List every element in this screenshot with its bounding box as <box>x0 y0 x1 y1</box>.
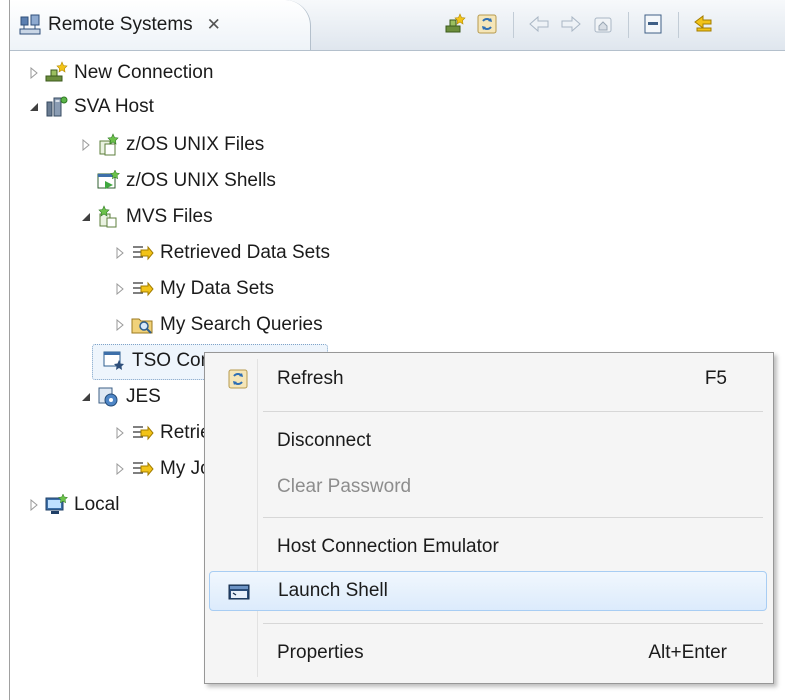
menu-item-shortcut: Alt+Enter <box>648 642 727 663</box>
menu-separator <box>263 517 763 518</box>
view-tab-bar: Remote Systems ✕ <box>10 0 785 51</box>
new-connection-icon[interactable] <box>442 11 468 37</box>
tree-item-sva-host[interactable]: SVA Host <box>24 90 154 124</box>
tree-item-label: SVA Host <box>74 96 154 117</box>
menu-item-shortcut: F5 <box>704 368 727 389</box>
tree-item-zos-unix-shells[interactable]: z/OS UNIX Shells <box>96 164 276 198</box>
tree-item-mvs-files[interactable]: MVS Files <box>76 200 213 234</box>
host-icon <box>44 95 68 119</box>
tree-item-label: MVS Files <box>126 206 213 227</box>
data-sets-icon <box>130 457 154 481</box>
menu-item-launch-shell[interactable]: Launch Shell <box>209 571 767 611</box>
unix-files-icon <box>96 133 120 157</box>
tree-item-my-search-queries[interactable]: My Search Queries <box>110 308 323 342</box>
expand-arrow-icon[interactable] <box>110 459 130 479</box>
menu-item-refresh[interactable]: Refresh F5 <box>209 359 767 399</box>
jes-icon <box>96 385 120 409</box>
data-sets-icon <box>130 421 154 445</box>
collapse-all-icon[interactable] <box>640 11 666 37</box>
toolbar-divider <box>513 12 514 38</box>
data-sets-icon <box>130 277 154 301</box>
context-menu: Refresh F5 Disconnect Clear Password Hos… <box>204 352 774 684</box>
tree-item-new-connection[interactable]: New Connection <box>24 56 213 90</box>
tree-item-retrieved-data-sets[interactable]: Retrieved Data Sets <box>110 236 330 270</box>
tab-title: Remote Systems <box>48 14 193 35</box>
tso-commands-icon <box>102 349 126 373</box>
menu-item-properties[interactable]: Properties Alt+Enter <box>209 633 767 673</box>
tree-item-label: New Connection <box>74 62 214 83</box>
mvs-files-icon <box>96 205 120 229</box>
tree-item-my-data-sets[interactable]: My Data Sets <box>110 272 274 306</box>
menu-item-label: Launch Shell <box>278 580 388 601</box>
remote-systems-view: Remote Systems ✕ New Connection SVA Host… <box>9 0 785 700</box>
tree-item-zos-unix-files[interactable]: z/OS UNIX Files <box>76 128 264 162</box>
remote-systems-icon <box>18 13 42 37</box>
unix-shells-icon <box>96 169 120 193</box>
search-queries-icon <box>130 313 154 337</box>
expand-arrow-icon[interactable] <box>24 495 44 515</box>
menu-item-label: Refresh <box>277 368 344 389</box>
menu-item-label: Properties <box>277 642 364 663</box>
refresh-icon[interactable] <box>474 11 500 37</box>
expand-arrow-icon[interactable] <box>110 243 130 263</box>
menu-item-label: Disconnect <box>277 430 371 451</box>
menu-item-disconnect[interactable]: Disconnect <box>209 421 767 461</box>
expand-arrow-icon[interactable] <box>110 279 130 299</box>
menu-separator <box>263 623 763 624</box>
expand-arrow-icon[interactable] <box>110 423 130 443</box>
menu-item-label: Clear Password <box>277 476 412 497</box>
tree-item-local[interactable]: Local <box>24 488 119 522</box>
tab-remote-systems[interactable]: Remote Systems ✕ <box>10 0 311 50</box>
expand-arrow-icon[interactable] <box>24 63 44 83</box>
data-sets-icon <box>130 241 154 265</box>
menu-item-label: Host Connection Emulator <box>277 536 499 557</box>
tree-item-label: My Data Sets <box>160 278 275 299</box>
menu-item-clear-password: Clear Password <box>209 467 767 507</box>
back-arrow-icon[interactable] <box>526 11 552 37</box>
toolbar-divider <box>628 12 629 38</box>
collapse-arrow-icon[interactable] <box>76 207 96 227</box>
link-icon[interactable] <box>690 11 716 37</box>
tree-item-label: Local <box>74 494 120 515</box>
refresh-icon <box>225 366 251 392</box>
tree-item-label: JES <box>126 386 161 407</box>
forward-arrow-icon[interactable] <box>558 11 584 37</box>
tree-item-label: My Search Queries <box>160 314 323 335</box>
expand-arrow-icon[interactable] <box>76 135 96 155</box>
collapse-arrow-icon[interactable] <box>24 97 44 117</box>
menu-item-host-connection-emulator[interactable]: Host Connection Emulator <box>209 527 767 567</box>
collapse-arrow-icon[interactable] <box>76 387 96 407</box>
tree-item-jes[interactable]: JES <box>76 380 161 414</box>
tree-item-label: z/OS UNIX Files <box>126 134 265 155</box>
shell-icon <box>226 579 252 605</box>
tree-item-label: Retrieved Data Sets <box>160 242 331 263</box>
close-icon[interactable]: ✕ <box>207 15 221 35</box>
menu-icon-gutter <box>257 359 258 677</box>
menu-separator <box>263 411 763 412</box>
home-icon[interactable] <box>590 11 616 37</box>
tree-item-label: z/OS UNIX Shells <box>126 170 276 191</box>
toolbar-divider <box>678 12 679 38</box>
local-icon <box>44 493 68 517</box>
new-connection-icon <box>44 61 68 85</box>
expand-arrow-icon[interactable] <box>110 315 130 335</box>
